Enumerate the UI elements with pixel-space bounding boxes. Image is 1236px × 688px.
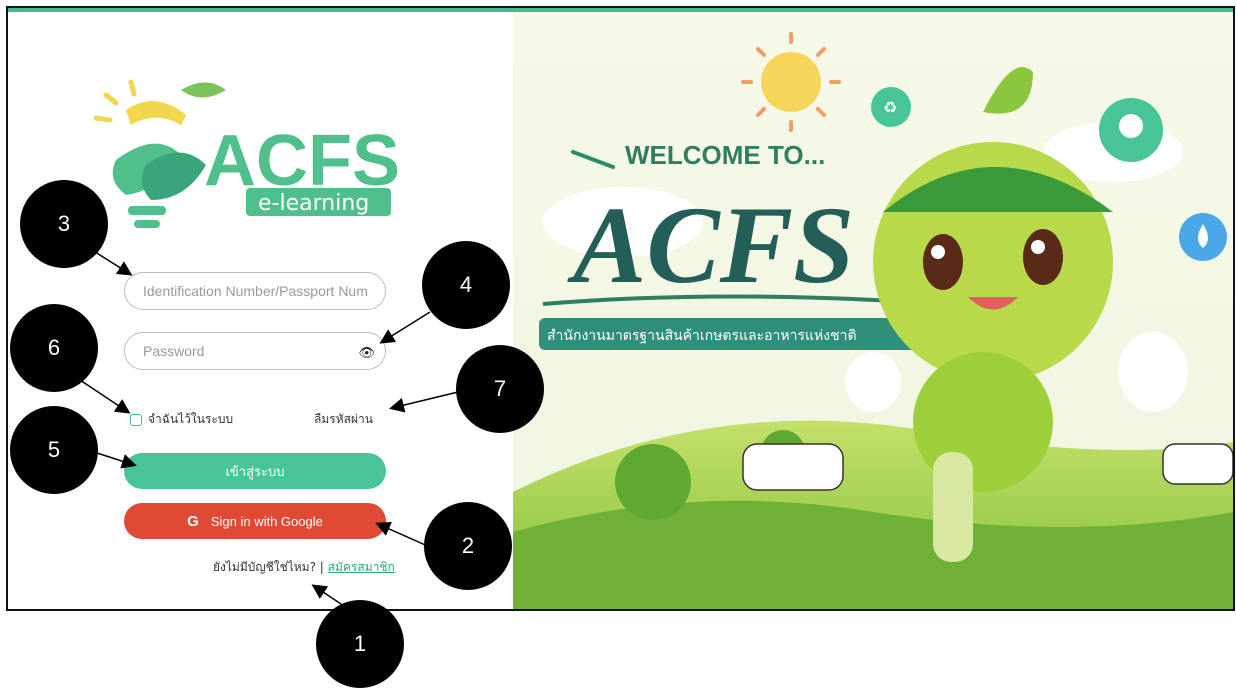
google-button-label: Sign in with Google — [210, 513, 323, 529]
callout-5: 5 — [10, 406, 98, 494]
google-signin-button[interactable]: G Sign in with Google — [124, 503, 386, 539]
id-field[interactable] — [124, 272, 386, 310]
google-icon: G — [187, 512, 199, 530]
banner-title: ACFS — [567, 184, 854, 306]
svg-text:♻: ♻ — [883, 98, 897, 117]
id-input[interactable] — [125, 273, 385, 309]
login-button[interactable]: เข้าสู่ระบบ — [124, 453, 386, 489]
callout-2: 2 — [424, 502, 512, 590]
agency-name: สำนักงานมาตรฐานสินค้าเกษตรและอาหารแห่งชา… — [547, 328, 857, 344]
login-button-label: เข้าสู่ระบบ — [225, 463, 285, 479]
remember-checkbox[interactable] — [130, 414, 142, 426]
signup-row: ยังไม่มีบัญชีใช่ไหม? | สมัครสมาชิก — [213, 558, 395, 577]
banner-illustration: ♻ WELCOME TO... ACFS สำนักงานมาตรฐานสินค… — [513, 12, 1233, 609]
password-field[interactable]: 👁 — [124, 332, 386, 370]
callout-6: 6 — [10, 304, 98, 392]
forgot-password-link[interactable]: ลืมรหัสผ่าน — [314, 410, 373, 429]
cow-illustration — [742, 443, 844, 491]
callout-1: 1 — [316, 600, 404, 688]
password-input[interactable] — [125, 333, 385, 369]
no-account-text: ยังไม่มีบัญชีใช่ไหม? | — [213, 560, 324, 574]
welcome-banner: ♻ WELCOME TO... ACFS สำนักงานมาตรฐานสินค… — [513, 12, 1233, 609]
remember-label: จำฉันไว้ในระบบ — [148, 412, 234, 426]
logo-subtitle: e-learning — [258, 191, 369, 216]
register-link[interactable]: สมัครสมาชิก — [328, 560, 395, 574]
callout-7: 7 — [456, 345, 544, 433]
callout-3: 3 — [20, 180, 108, 268]
acfs-logo: ACFS e-learning — [93, 79, 400, 228]
screenshot-frame: ACFS e-learning 👁 จำฉันไว้ในระบบ ลืมรหัส… — [6, 6, 1235, 611]
welcome-text: WELCOME TO... — [625, 140, 825, 170]
eye-icon[interactable]: 👁 — [358, 346, 375, 361]
callout-4: 4 — [422, 241, 510, 329]
